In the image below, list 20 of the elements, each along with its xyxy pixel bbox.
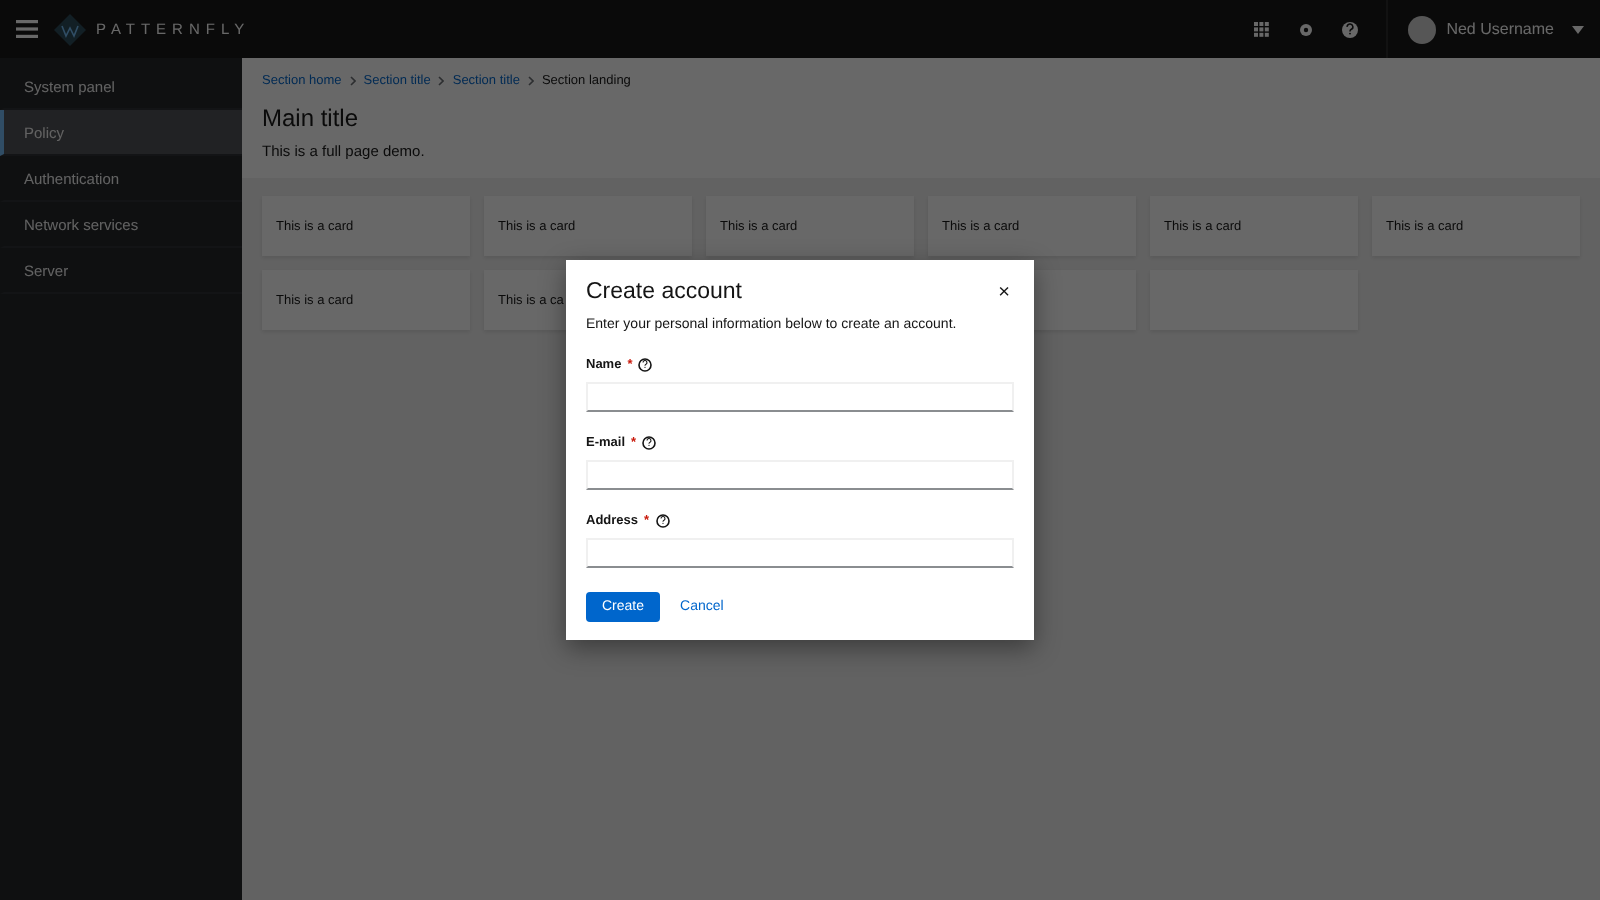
help-icon <box>655 514 670 528</box>
modal-title: Create account <box>586 280 742 304</box>
help-button[interactable] <box>1342 21 1359 37</box>
apps-button[interactable] <box>1254 21 1271 37</box>
menu-button[interactable] <box>16 20 38 38</box>
input-field[interactable] <box>586 460 1014 490</box>
page-title: Main title <box>262 104 361 132</box>
logo-icon <box>54 13 86 45</box>
caret-icon <box>1572 25 1584 33</box>
chevron-icon <box>349 76 356 86</box>
input-field[interactable] <box>586 382 1014 412</box>
settings-button[interactable] <box>1298 21 1315 37</box>
chevron-icon <box>438 76 445 86</box>
chevron-icon <box>527 76 534 86</box>
help-icon <box>638 358 653 372</box>
menu-icon <box>16 20 38 38</box>
close-button[interactable]: × <box>994 281 1014 303</box>
input-field[interactable] <box>586 538 1014 568</box>
help-icon <box>642 436 657 450</box>
avatar <box>1408 15 1437 43</box>
